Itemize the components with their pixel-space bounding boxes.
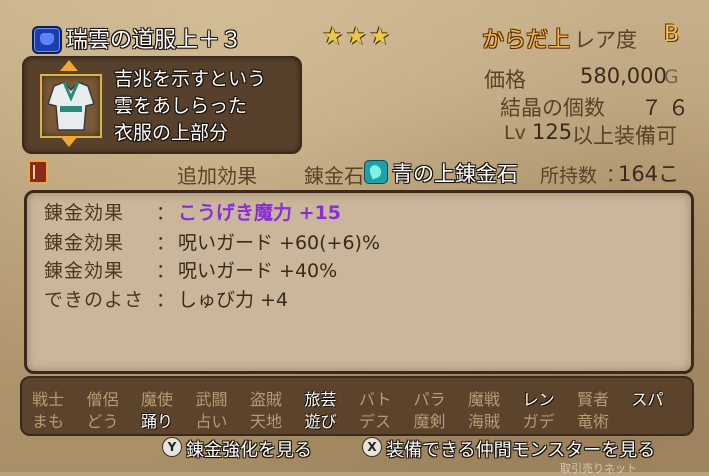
- description-line: 衣服の上部分: [114, 122, 229, 144]
- rating-stars: ★★★: [322, 22, 393, 50]
- effect-colon: ：: [156, 289, 176, 311]
- job-disabled: 竜術: [577, 412, 610, 431]
- effect-value: しゅび力 +4: [178, 289, 289, 311]
- job-disabled: 魔剣: [413, 412, 446, 431]
- job-disabled: 占い: [195, 412, 228, 431]
- job-disabled: 僧侶: [86, 390, 119, 409]
- alchemy-stone-label: 錬金石: [304, 164, 364, 188]
- crystal-count-label: 結晶の個数: [500, 96, 605, 120]
- effect-value: 呪いガード +60(+6)%: [178, 232, 381, 254]
- level-value: 125: [532, 120, 573, 144]
- view-alchemy-upgrade-hint[interactable]: 錬金強化を見る: [186, 436, 312, 462]
- effect-label: 錬金効果: [44, 260, 125, 282]
- job-disabled: 盗賊: [250, 390, 283, 409]
- job-disabled: 魔戦: [468, 390, 501, 409]
- y-button-icon[interactable]: Y: [162, 437, 182, 457]
- effect-row: 錬金効果 ：呪いガード +60(+6)%: [44, 228, 380, 255]
- job-enabled: 旅芸: [304, 390, 337, 409]
- job-disabled: ガデ: [522, 412, 555, 431]
- effect-row: 錬金効果 ：呪いガード +40%: [44, 256, 337, 283]
- effect-label: 錬金効果: [44, 232, 125, 254]
- effect-value: 呪いガード +40%: [178, 260, 338, 282]
- book-icon[interactable]: [28, 160, 48, 184]
- job-disabled: パラ: [413, 390, 446, 409]
- x-button-icon[interactable]: X: [362, 437, 382, 457]
- effect-label: 錬金効果: [44, 202, 125, 224]
- job-enabled: 遊び: [304, 412, 337, 431]
- job-disabled: バト: [359, 390, 392, 409]
- description-line: 吉兆を示すという: [114, 68, 267, 90]
- robe-icon: [47, 81, 95, 131]
- effect-row: 錬金効果 ：こうげき魔力 +15: [44, 198, 341, 225]
- effect-colon: ：: [156, 232, 176, 254]
- job-disabled: 武闘: [195, 390, 228, 409]
- description-line: 雲をあしらった: [114, 95, 248, 117]
- arrow-up-icon[interactable]: [60, 60, 78, 71]
- alchemy-stone-icon: [364, 160, 388, 184]
- job-disabled: 賢者: [577, 390, 610, 409]
- item-description: 吉兆を示すという 雲をあしらった 衣服の上部分: [114, 66, 266, 147]
- level-prefix: Lv: [504, 122, 526, 144]
- job-disabled: どう: [86, 412, 119, 431]
- job-enabled: スパ: [631, 390, 664, 409]
- price-value: 580,000: [580, 64, 667, 88]
- level-suffix: 以上装備可: [572, 124, 677, 148]
- job-disabled: 魔使: [141, 390, 174, 409]
- effect-label: できのよさ: [44, 289, 145, 311]
- crystal-count-value: ７６: [641, 96, 695, 120]
- owned-count-label: 所持数: [540, 165, 598, 187]
- rarity-value: B: [664, 22, 680, 47]
- view-equippable-monsters-hint[interactable]: 装備できる仲間モンスターを見る: [386, 436, 655, 462]
- rarity-label: レア度: [574, 28, 637, 52]
- job-enabled: レン: [522, 390, 555, 409]
- equipment-slot: からだ上: [482, 28, 571, 53]
- alchemy-stone-name: 青の上錬金石: [392, 162, 518, 186]
- arrow-down-icon[interactable]: [60, 136, 78, 147]
- item-name: 瑞雲の道服上＋３: [66, 28, 243, 53]
- job-disabled: 戦士: [32, 390, 65, 409]
- effect-row: できのよさ ：しゅび力 +4: [44, 285, 288, 312]
- effect-colon: ：: [156, 202, 176, 224]
- effect-value: こうげき魔力 +15: [178, 202, 341, 224]
- effect-colon: ：: [156, 260, 176, 282]
- watermark: 取引売りネット: [560, 462, 637, 475]
- owned-count-value: 164こ: [618, 162, 680, 186]
- price-unit: G: [664, 66, 679, 88]
- price-label: 価格: [484, 68, 526, 92]
- extra-effect-label: 追加効果: [177, 164, 257, 188]
- job-disabled: デス: [359, 412, 392, 431]
- job-enabled: 踊り: [141, 412, 174, 431]
- job-disabled: まも: [32, 412, 65, 431]
- job-disabled: 天地: [250, 412, 283, 431]
- job-disabled: 海賊: [468, 412, 501, 431]
- armor-body-icon: [32, 26, 62, 54]
- item-thumbnail: [40, 74, 102, 138]
